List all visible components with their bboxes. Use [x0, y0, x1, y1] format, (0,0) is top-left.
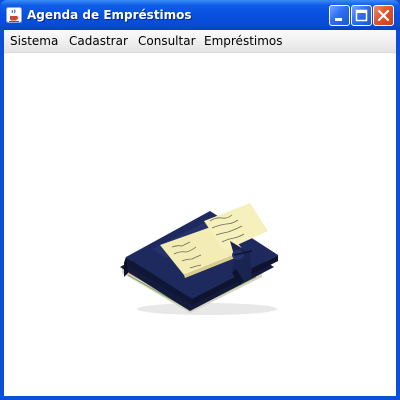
minimize-icon — [335, 18, 342, 21]
maximize-button[interactable] — [351, 5, 372, 26]
client-area: Sistema Cadastrar Consultar Empréstimos — [4, 30, 396, 396]
menu-emprestimos[interactable]: Empréstimos — [204, 30, 283, 52]
title-bar[interactable]: Agenda de Empréstimos — [0, 0, 400, 30]
menu-consultar[interactable]: Consultar — [138, 30, 196, 52]
close-button[interactable] — [373, 5, 394, 26]
agenda-notebook-image — [120, 203, 278, 315]
menu-cadastrar[interactable]: Cadastrar — [69, 30, 128, 52]
app-window: Agenda de Empréstimos Sistema Cadastrar … — [0, 0, 400, 400]
window-title: Agenda de Empréstimos — [27, 8, 192, 22]
maximize-icon — [355, 9, 368, 22]
menu-sistema[interactable]: Sistema — [10, 30, 58, 52]
minimize-button[interactable] — [329, 5, 350, 26]
java-cup-icon[interactable] — [6, 7, 22, 23]
close-icon — [377, 9, 390, 22]
main-content — [4, 53, 396, 396]
menu-bar: Sistema Cadastrar Consultar Empréstimos — [4, 30, 396, 53]
